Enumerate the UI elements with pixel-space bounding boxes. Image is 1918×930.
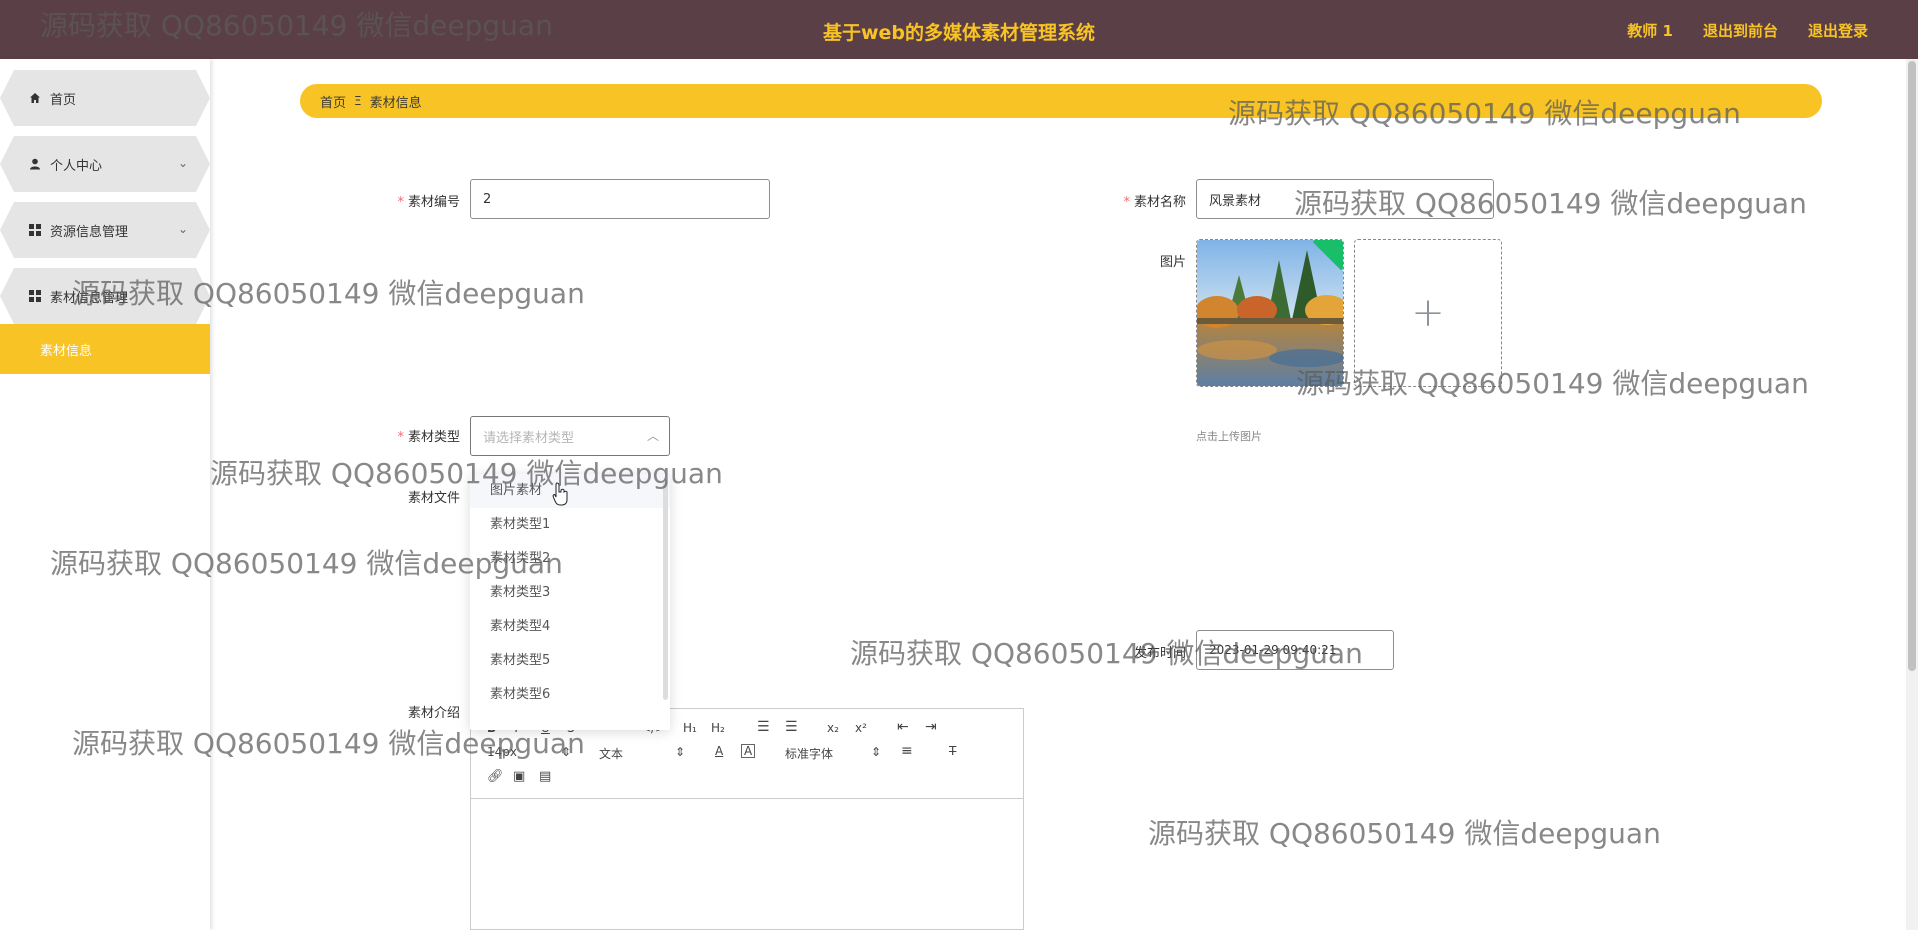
chevron-updown-icon: ⇕	[675, 745, 686, 759]
type-option[interactable]: 素材类型5	[470, 644, 670, 678]
home-icon	[28, 91, 42, 105]
top-nav: 教师 1 退出到前台 退出登录	[1627, 20, 1868, 41]
chevron-down-icon: ⌄	[177, 222, 188, 236]
type-option[interactable]: 素材类型2	[470, 542, 670, 576]
user-icon	[28, 157, 42, 171]
align-icon[interactable]: ≡	[901, 743, 913, 759]
landscape-image	[1197, 240, 1343, 386]
breadcrumb-home[interactable]: 首页	[320, 92, 346, 111]
chevron-updown-icon: ⇕	[561, 745, 572, 759]
type-option[interactable]: 素材类型4	[470, 610, 670, 644]
chevron-down-icon: ⌄	[177, 156, 188, 170]
video-icon[interactable]: ▤	[539, 769, 551, 784]
back-to-front-link[interactable]: 退出到前台	[1703, 20, 1778, 41]
type-dropdown-menu: 图片素材 素材类型1 素材类型2 素材类型3 素材类型4 素材类型5 素材类型6	[470, 474, 670, 730]
name-label: * 素材名称	[1123, 195, 1186, 210]
type-option[interactable]: 素材类型1	[470, 508, 670, 542]
image-label: 图片	[1159, 255, 1186, 270]
name-input[interactable]: 风景素材	[1196, 179, 1494, 219]
time-label: 发布时间	[1133, 646, 1186, 661]
breadcrumb: 首页 Ξ 素材信息	[300, 84, 1822, 118]
background-color-icon[interactable]: A	[741, 744, 756, 758]
sidebar-item-profile[interactable]: 个人中心 ⌄	[0, 136, 210, 192]
paragraph-select[interactable]: 文本	[599, 745, 623, 762]
grid-icon	[28, 223, 42, 237]
upload-image-button[interactable]: +	[1354, 239, 1502, 387]
type-option[interactable]: 素材类型6	[470, 678, 670, 712]
chevron-up-icon: ︿	[646, 429, 659, 443]
sidebar: 首页 个人中心 ⌄ 资源信息管理 ⌄ 素材信息管理 素材信息	[0, 59, 210, 930]
watermark-text: 源码获取 QQ86050149 微信deepguan	[1148, 817, 1661, 850]
superscript-icon[interactable]: x²	[855, 721, 867, 735]
sidebar-item-label: 个人中心	[50, 158, 103, 174]
bullet-list-icon[interactable]: ☰	[785, 719, 798, 735]
file-label: 素材文件	[407, 491, 460, 506]
chevron-updown-icon: ⇕	[871, 745, 882, 759]
font-size-select[interactable]: 14px	[487, 745, 517, 759]
logout-link[interactable]: 退出登录	[1808, 20, 1868, 41]
top-bar: 基于web的多媒体素材管理系统 教师 1 退出到前台 退出登录	[0, 0, 1918, 59]
code-input[interactable]: 2	[470, 179, 770, 219]
sidebar-subitem-material-info[interactable]: 素材信息	[0, 324, 210, 374]
dropdown-scrollbar[interactable]	[663, 480, 668, 700]
intro-label: 素材介绍	[407, 706, 460, 721]
hand-cursor-icon	[552, 482, 568, 506]
subscript-icon[interactable]: x₂	[827, 721, 839, 735]
type-option[interactable]: 图片素材	[470, 474, 670, 508]
rich-text-editor: B I U S ❞ </> H₁ H₂ ☰ ☰ x₂ x² ⇤ ⇥ 14px ⇕…	[470, 708, 1024, 930]
sidebar-item-material-manage[interactable]: 素材信息管理	[0, 268, 210, 324]
plus-icon: +	[1411, 290, 1445, 336]
type-option[interactable]: 素材类型3	[470, 576, 670, 610]
image-icon[interactable]: ▣	[513, 769, 525, 784]
code-label: * 素材编号	[397, 195, 460, 210]
indent-icon[interactable]: ⇥	[925, 719, 937, 735]
sidebar-item-home[interactable]: 首页	[0, 70, 210, 126]
sidebar-item-resource-manage[interactable]: 资源信息管理 ⌄	[0, 202, 210, 258]
type-select[interactable]: 请选择素材类型 ︿	[470, 416, 670, 456]
ordered-list-icon[interactable]: ☰	[757, 719, 770, 735]
sidebar-item-label: 首页	[50, 92, 77, 108]
clear-format-icon[interactable]: T	[949, 744, 956, 758]
page-scrollbar-thumb[interactable]	[1908, 61, 1916, 671]
outdent-icon[interactable]: ⇤	[897, 719, 909, 735]
font-color-icon[interactable]: A	[715, 744, 723, 758]
publish-time-input[interactable]: 2023-01-29 09:40:21	[1196, 630, 1394, 670]
breadcrumb-current: 素材信息	[369, 95, 422, 111]
type-select-placeholder: 请选择素材类型	[483, 430, 575, 446]
heading1-icon[interactable]: H₁	[683, 721, 697, 735]
heading2-icon[interactable]: H₂	[711, 721, 725, 735]
page-scrollbar[interactable]	[1906, 59, 1918, 930]
font-family-select[interactable]: 标准字体	[785, 745, 833, 762]
current-user-link[interactable]: 教师 1	[1627, 20, 1673, 41]
link-icon[interactable]: 🔗︎	[487, 769, 504, 784]
grid-icon	[28, 289, 42, 303]
editor-content-area[interactable]	[471, 799, 1023, 929]
sidebar-item-label: 资源信息管理	[50, 224, 129, 240]
uploaded-image-thumbnail[interactable]	[1196, 239, 1344, 387]
breadcrumb-separator: Ξ	[354, 94, 362, 108]
type-label: * 素材类型	[397, 430, 460, 445]
upload-tip: 点击上传图片	[1196, 430, 1262, 443]
sidebar-item-label: 素材信息管理	[50, 290, 129, 306]
